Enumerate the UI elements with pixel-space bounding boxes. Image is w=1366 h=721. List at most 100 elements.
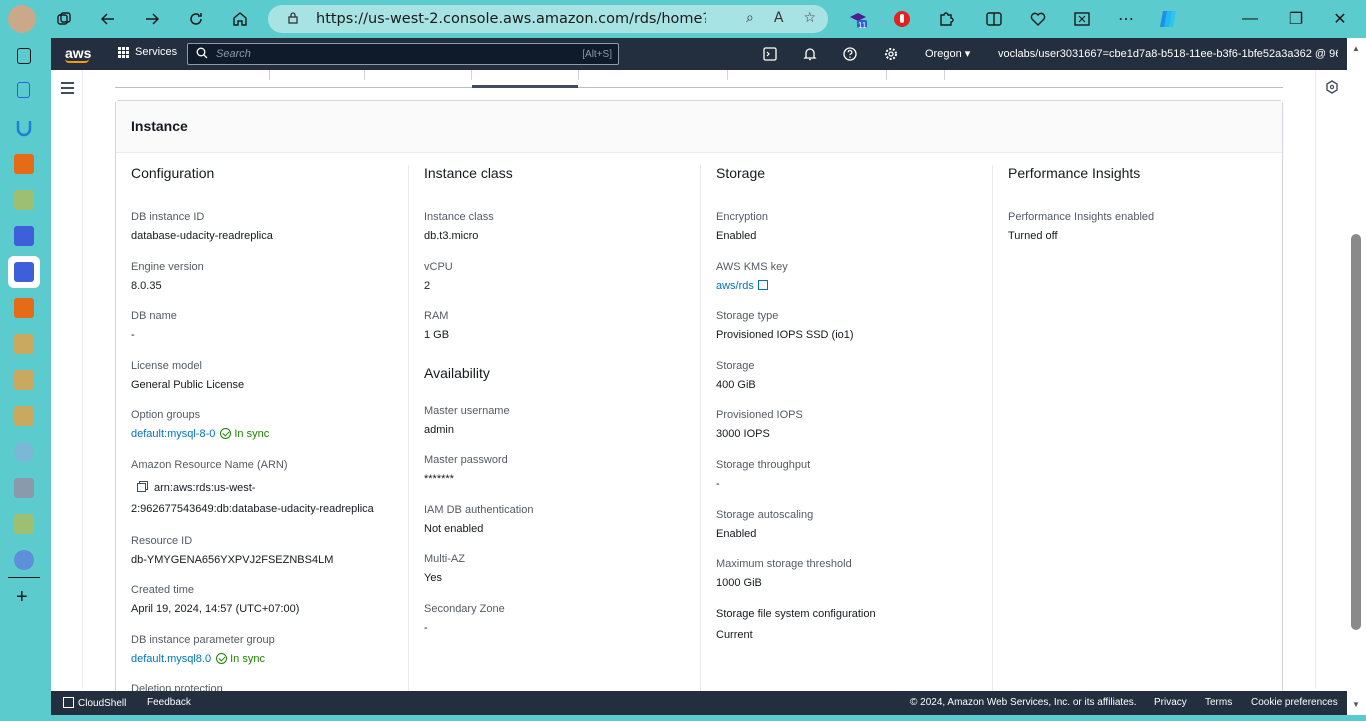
engine-version-field: Engine version 8.0.35	[131, 261, 204, 292]
help-icon[interactable]	[842, 46, 858, 62]
multi-az-value: Yes	[424, 572, 442, 584]
more-menu-icon[interactable]: ⋯	[1112, 5, 1140, 33]
db-name-field: DB name -	[131, 310, 177, 341]
screenshot-icon[interactable]	[1068, 5, 1096, 33]
close-icon[interactable]: ✕	[1326, 5, 1354, 33]
storage-heading: Storage	[716, 165, 766, 181]
external-link-icon[interactable]	[757, 280, 768, 290]
search-input[interactable]: Search [Alt+S]	[187, 43, 619, 65]
package-icon[interactable]	[14, 334, 34, 354]
address-bar[interactable]: https://us-west-2.console.aws.amazon.com…	[268, 5, 828, 33]
grid-icon	[118, 46, 129, 58]
secondary-zone-value: -	[424, 622, 428, 634]
scroll-down-arrow-icon[interactable]: ▼	[1352, 700, 1360, 709]
option-group-link[interactable]: default:mysql-8-0	[131, 428, 215, 440]
home-icon[interactable]	[226, 5, 254, 33]
page-scrollbar[interactable]: ▲ ▼	[1347, 38, 1366, 715]
kms-key-link[interactable]: aws/rds	[716, 280, 754, 292]
hamburger-menu-icon[interactable]	[61, 82, 74, 97]
storage-size-field: Storage 400 GiB	[716, 360, 756, 391]
copy-icon[interactable]	[137, 483, 146, 492]
cube-icon[interactable]	[14, 442, 34, 462]
account-menu[interactable]: voclabs/user3031667=cbe1d7a8-b518-11ee-b…	[998, 47, 1338, 60]
services-menu[interactable]: Services	[118, 46, 177, 58]
package-icon[interactable]	[14, 406, 34, 426]
network-icon[interactable]	[14, 550, 34, 570]
copyright-text: © 2024, Amazon Web Services, Inc. or its…	[910, 697, 1137, 708]
left-nav-collapsed	[51, 70, 83, 689]
instance-panel: Instance Configuration DB instance ID da…	[115, 100, 1283, 705]
arn-field: Amazon Resource Name (ARN) arn:aws:rds:u…	[131, 459, 374, 515]
favorite-star-icon[interactable]: ☆	[803, 10, 816, 26]
profile-avatar[interactable]	[8, 5, 36, 33]
extensions-puzzle-icon[interactable]	[932, 5, 960, 33]
back-icon[interactable]	[94, 5, 122, 33]
arn-value-1: arn:aws:rds:us-west-	[154, 482, 256, 494]
udacity-icon[interactable]	[14, 118, 34, 138]
aws-service-icon[interactable]	[14, 298, 34, 318]
autoscaling-label: Storage autoscaling	[716, 509, 814, 521]
encryption-value: Enabled	[716, 230, 757, 242]
url-text[interactable]: https://us-west-2.console.aws.amazon.com…	[316, 11, 706, 27]
browser-essentials-icon[interactable]	[1024, 5, 1052, 33]
tab-divider	[886, 70, 887, 80]
workspaces-icon[interactable]	[50, 5, 78, 33]
aws-service-icon[interactable]	[14, 190, 34, 210]
param-group-link[interactable]: default.mysql8.0	[131, 653, 211, 665]
tab-divider	[944, 70, 945, 80]
feedback-link[interactable]: Feedback	[147, 697, 191, 708]
zoom-icon[interactable]: ⌕	[746, 10, 754, 26]
secondary-zone-label: Secondary Zone	[424, 603, 505, 615]
scroll-up-arrow-icon[interactable]: ▲	[1352, 44, 1360, 53]
master-password-value: *******	[424, 473, 454, 485]
option-groups-label: Option groups	[131, 409, 201, 421]
aws-service-icon[interactable]	[14, 154, 34, 174]
aws-top-nav: aws Services Search [Alt+S] Oregon ▾ voc…	[51, 38, 1347, 70]
arn-label: Amazon Resource Name (ARN)	[131, 459, 288, 471]
privacy-link[interactable]: Privacy	[1154, 697, 1187, 708]
add-icon[interactable]: +	[16, 586, 28, 609]
read-aloud-icon[interactable]: A	[774, 10, 784, 26]
refresh-icon[interactable]	[182, 5, 210, 33]
aws-service-icon[interactable]	[14, 514, 34, 534]
master-username-value: admin	[424, 424, 454, 436]
param-group-label: DB instance parameter group	[131, 634, 275, 646]
copilot-icon[interactable]	[1154, 5, 1182, 33]
minimize-icon[interactable]: —	[1236, 5, 1264, 33]
document-icon[interactable]	[17, 82, 30, 98]
engine-version-label: Engine version	[131, 261, 204, 273]
iops-value: 3000 IOPS	[716, 428, 770, 440]
terms-link[interactable]: Terms	[1205, 697, 1232, 708]
tab-divider	[727, 70, 728, 80]
resource-id-label: Resource ID	[131, 535, 193, 547]
cloudshell-icon[interactable]	[762, 46, 778, 62]
forward-icon[interactable]	[138, 5, 166, 33]
info-tools-icon[interactable]	[1325, 80, 1339, 99]
fs-config-field: Storage file system configuration Curren…	[716, 608, 876, 641]
resource-id-field: Resource ID db-YMYGENA656YXPVJ2FSEZNBS4L…	[131, 535, 333, 566]
scrollbar-thumb[interactable]	[1351, 234, 1361, 630]
tab-actions-icon[interactable]	[17, 48, 31, 64]
restore-icon[interactable]: ❐	[1282, 5, 1310, 33]
split-screen-icon[interactable]	[980, 5, 1008, 33]
region-selector[interactable]: Oregon ▾	[925, 47, 970, 60]
storage-type-value: Provisioned IOPS SSD (io1)	[716, 329, 854, 341]
tab-divider	[269, 70, 270, 80]
extension-graduation-icon[interactable]: 11	[844, 5, 872, 33]
package-icon[interactable]	[14, 370, 34, 390]
gallery-icon[interactable]	[14, 478, 34, 498]
settings-gear-icon[interactable]	[883, 46, 899, 62]
cookie-preferences-link[interactable]: Cookie preferences	[1251, 697, 1338, 708]
aws-rds-icon[interactable]	[14, 226, 34, 246]
aws-rds-icon[interactable]	[14, 262, 34, 282]
check-circle-icon	[220, 428, 232, 439]
master-username-label: Master username	[424, 405, 510, 417]
adblock-icon[interactable]	[888, 5, 916, 33]
panel-title: Instance	[131, 118, 188, 134]
vcpu-field: vCPU 2	[424, 261, 453, 292]
lock-icon[interactable]	[286, 11, 300, 29]
cloudshell-link[interactable]: CloudShell	[63, 697, 126, 709]
kms-key-value: aws/rds	[716, 280, 788, 292]
param-group-status: In sync	[230, 653, 265, 665]
notifications-bell-icon[interactable]	[802, 46, 818, 62]
